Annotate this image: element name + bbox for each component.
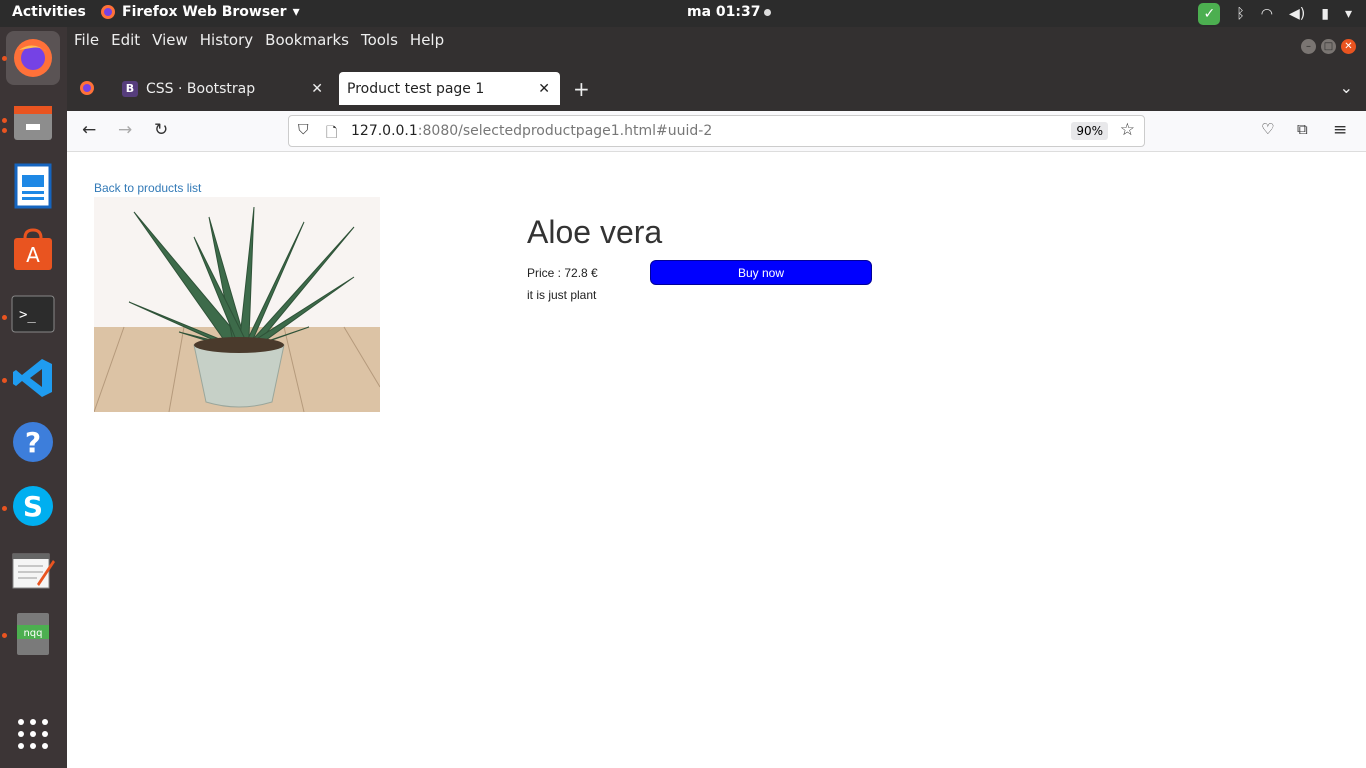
chevron-down-icon[interactable]: ▾: [1345, 6, 1352, 22]
menu-bar: File Edit View History Bookmarks Tools H…: [67, 27, 1366, 67]
terminal-icon[interactable]: >_: [6, 287, 60, 341]
zoom-indicator[interactable]: 90%: [1071, 122, 1108, 140]
pocket-icon[interactable]: ♡: [1261, 120, 1274, 138]
wifi-icon[interactable]: ◠: [1261, 6, 1273, 22]
product-name: Aloe vera: [527, 214, 663, 250]
close-window-button[interactable]: ✕: [1341, 39, 1356, 54]
app-menu-label: Firefox Web Browser: [122, 4, 287, 20]
maximize-button[interactable]: □: [1321, 39, 1336, 54]
back-icon[interactable]: ←: [82, 120, 96, 140]
product-image: [94, 197, 380, 412]
gnome-top-bar: Activities Firefox Web Browser ▾ ma 01:3…: [0, 0, 1366, 27]
files-icon[interactable]: [6, 95, 60, 149]
app-grid-icon[interactable]: [6, 707, 60, 761]
back-to-products-link[interactable]: Back to products list: [94, 181, 201, 195]
navigation-bar: ← → ↻ ⛉ 🗋 127.0.0.1:8080/selectedproduct…: [67, 111, 1366, 152]
firefox-window: File Edit View History Bookmarks Tools H…: [67, 27, 1366, 768]
bookmark-star-icon[interactable]: ☆: [1120, 120, 1135, 140]
tab-label: Product test page 1: [347, 80, 485, 97]
menu-history[interactable]: History: [200, 31, 253, 49]
svg-text:S: S: [23, 490, 43, 523]
firefox-view-icon[interactable]: [79, 80, 95, 100]
url-bar[interactable]: ⛉ 🗋 127.0.0.1:8080/selectedproductpage1.…: [288, 115, 1145, 147]
tab-product-test-page[interactable]: Product test page 1 ✕: [339, 72, 560, 105]
tab-label: CSS · Bootstrap: [146, 80, 256, 97]
menu-bookmarks[interactable]: Bookmarks: [265, 31, 349, 49]
battery-icon[interactable]: ▮: [1321, 6, 1329, 22]
close-tab-icon[interactable]: ✕: [311, 81, 323, 97]
bluetooth-icon[interactable]: ᛒ: [1236, 6, 1244, 22]
tab-bar: B CSS · Bootstrap ✕ Product test page 1 …: [67, 67, 1366, 111]
extensions-icon[interactable]: ⧉: [1297, 120, 1308, 138]
list-all-tabs-icon[interactable]: ⌄: [1340, 78, 1353, 97]
new-tab-button[interactable]: +: [573, 77, 590, 101]
skype-icon[interactable]: S: [6, 479, 60, 533]
chevron-down-icon: ▾: [292, 4, 300, 20]
check-icon[interactable]: ✓: [1198, 2, 1221, 25]
forward-icon[interactable]: →: [118, 120, 132, 140]
app-menu[interactable]: Firefox Web Browser ▾: [100, 4, 300, 20]
url-text: 127.0.0.1:8080/selectedproductpage1.html…: [351, 123, 713, 139]
menu-tools[interactable]: Tools: [361, 31, 398, 49]
nqq-icon[interactable]: nqq: [6, 607, 60, 661]
nqq-label: nqq: [23, 628, 42, 639]
activities-button[interactable]: Activities: [12, 4, 86, 20]
menu-edit[interactable]: Edit: [111, 31, 140, 49]
menu-file[interactable]: File: [74, 31, 99, 49]
vscode-icon[interactable]: [6, 351, 60, 405]
svg-text:A: A: [26, 243, 40, 267]
dock: A >_ ? S nqq: [0, 27, 67, 768]
system-tray[interactable]: ✓ ᛒ ◠ ◀) ▮ ▾: [1198, 2, 1352, 25]
hamburger-menu-icon[interactable]: ≡: [1333, 120, 1347, 140]
page-content: Back to products list Aloe vera Price : …: [67, 152, 1366, 768]
help-icon[interactable]: ?: [6, 415, 60, 469]
reload-icon[interactable]: ↻: [154, 120, 168, 140]
buy-now-button[interactable]: Buy now: [650, 260, 872, 285]
product-description: it is just plant: [527, 288, 597, 302]
firefox-icon[interactable]: [6, 31, 60, 85]
menu-view[interactable]: View: [152, 31, 188, 49]
page-icon[interactable]: 🗋: [326, 122, 337, 146]
menu-help[interactable]: Help: [410, 31, 444, 49]
volume-icon[interactable]: ◀): [1289, 6, 1305, 22]
text-editor-icon[interactable]: [6, 543, 60, 597]
svg-text:?: ?: [25, 426, 41, 459]
shield-icon[interactable]: ⛉: [298, 122, 309, 138]
bootstrap-favicon-icon: B: [122, 80, 138, 97]
svg-text:>_: >_: [19, 307, 36, 323]
tab-css-bootstrap[interactable]: B CSS · Bootstrap ✕: [112, 72, 333, 105]
product-price: Price : 72.8 €: [527, 266, 598, 280]
writer-icon[interactable]: [6, 159, 60, 213]
close-tab-icon[interactable]: ✕: [538, 81, 550, 97]
firefox-small-icon: [101, 5, 115, 19]
software-center-icon[interactable]: A: [6, 223, 60, 277]
minimize-button[interactable]: –: [1301, 39, 1316, 54]
clock[interactable]: ma 01:37: [687, 4, 772, 20]
